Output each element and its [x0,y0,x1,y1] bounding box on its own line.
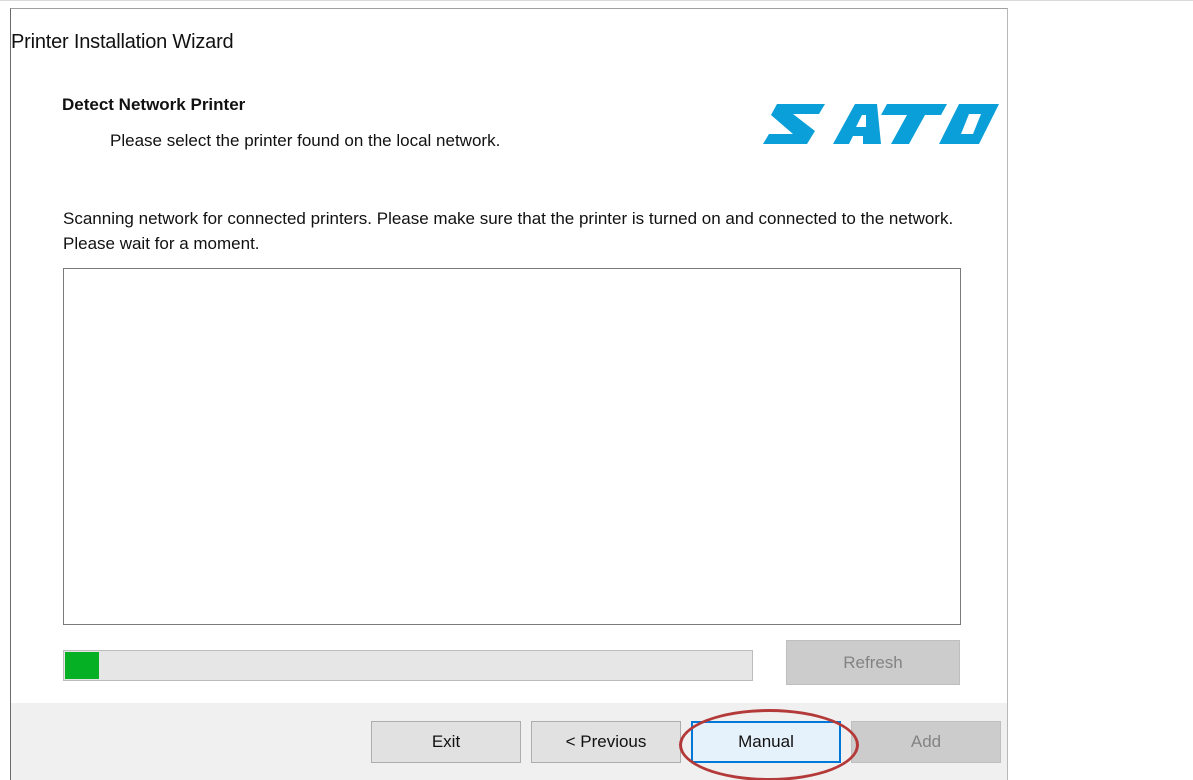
refresh-button[interactable]: Refresh [786,640,960,685]
sato-logo-mark [763,104,999,144]
manual-button[interactable]: Manual [691,721,841,763]
previous-button[interactable]: < Previous [531,721,681,763]
step-heading: Detect Network Printer [62,95,246,114]
page-top-divider [0,0,1193,1]
scan-progress-fill [65,652,100,679]
printer-list[interactable] [63,268,961,625]
wizard-window: Printer Installation Wizard Detect Netwo… [10,8,1008,780]
add-button[interactable]: Add [851,721,1001,763]
scan-status-message: Scanning network for connected printers.… [63,209,954,253]
sato-logo [763,104,999,144]
step-subheading: Please select the printer found on the l… [110,131,501,150]
window-title: Printer Installation Wizard [11,31,234,53]
scan-progress-bar [63,650,753,681]
exit-button[interactable]: Exit [371,721,521,763]
